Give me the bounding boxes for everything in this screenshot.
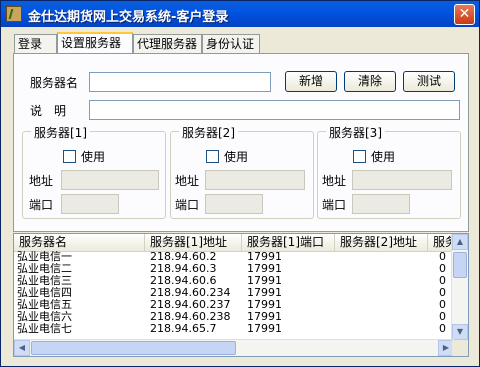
tab-server-settings[interactable]: 设置服务器 xyxy=(57,32,133,54)
cell-server1-address: 218.94.60.237 xyxy=(150,299,231,311)
cell-server1-address: 218.94.60.2 xyxy=(150,251,217,263)
server-1-port-input[interactable] xyxy=(61,194,119,214)
table-row[interactable]: 弘业电信三 218.94.60.6 17991 0 xyxy=(14,275,454,287)
vertical-scroll-thumb[interactable] xyxy=(453,252,467,278)
cell-server1-port: 17991 xyxy=(247,275,282,287)
server-list[interactable]: 服务器名 服务器[1]地址 服务器[1]端口 服务器[2]地址 服务 弘业电信一… xyxy=(13,233,469,357)
cell-server-name: 弘业电信五 xyxy=(17,299,72,311)
test-button[interactable]: 测试 xyxy=(403,71,455,92)
table-row[interactable]: 弘业电信四 218.94.60.234 17991 0 xyxy=(14,287,454,299)
server-name-input[interactable] xyxy=(89,72,271,92)
list-header: 服务器名 服务器[1]地址 服务器[1]端口 服务器[2]地址 服务 xyxy=(14,234,454,252)
vertical-scrollbar[interactable]: ▲ ▼ xyxy=(451,234,468,340)
server-2-address-label: 地址 xyxy=(175,174,200,188)
description-label: 说 明 xyxy=(30,104,67,118)
cell-server-name: 弘业电信六 xyxy=(17,311,72,323)
cell-server1-address: 218.94.60.6 xyxy=(150,275,217,287)
server-2-use-label: 使用 xyxy=(224,150,249,164)
scrollbar-corner xyxy=(452,340,468,356)
server-2-address-input[interactable] xyxy=(205,170,305,190)
server-3-address-input[interactable] xyxy=(352,170,452,190)
server-2-use-checkbox[interactable] xyxy=(206,150,219,163)
server-2-group-title: 服务器[2] xyxy=(179,124,238,141)
table-row[interactable]: 弘业电信二 218.94.60.3 17991 0 xyxy=(14,263,454,275)
horizontal-scroll-thumb[interactable] xyxy=(31,341,236,355)
table-row[interactable]: 弘业电信五 218.94.60.237 17991 0 xyxy=(14,299,454,311)
server-1-group: 服务器[1] 使用 地址 端口 xyxy=(22,124,166,219)
server-1-use-checkbox[interactable] xyxy=(63,150,76,163)
cell-server1-address: 218.94.65.7 xyxy=(150,323,217,335)
clear-button[interactable]: 清除 xyxy=(344,71,396,92)
server-3-use-checkbox[interactable] xyxy=(353,150,366,163)
cell-server-name: 弘业电信七 xyxy=(17,323,72,335)
scroll-up-icon[interactable]: ▲ xyxy=(452,234,468,250)
cell-server1-port: 17991 xyxy=(247,311,282,323)
cell-server1-address: 218.94.60.234 xyxy=(150,287,231,299)
table-row[interactable]: 弘业电信七 218.94.65.7 17991 0 xyxy=(14,323,454,340)
column-header-server1-port[interactable]: 服务器[1]端口 xyxy=(242,234,335,251)
app-logo-icon xyxy=(6,6,22,22)
table-row[interactable]: 弘业电信六 218.94.60.238 17991 0 xyxy=(14,311,454,323)
table-row[interactable]: 弘业电信一 218.94.60.2 17991 0 xyxy=(14,251,454,263)
close-button[interactable]: ✕ xyxy=(454,4,475,25)
server-1-address-input[interactable] xyxy=(61,170,159,190)
server-settings-panel: 服务器名 新增 清除 测试 说 明 服务器[1] 使用 地址 端口 服务器[2]… xyxy=(13,53,469,232)
server-2-port-label: 端口 xyxy=(175,198,200,212)
server-3-group: 服务器[3] 使用 地址 端口 xyxy=(317,124,461,219)
server-1-address-label: 地址 xyxy=(29,174,54,188)
horizontal-scrollbar[interactable]: ◀ ▶ xyxy=(14,339,454,356)
scroll-down-icon[interactable]: ▼ xyxy=(452,324,468,340)
server-3-address-label: 地址 xyxy=(322,174,347,188)
add-button[interactable]: 新增 xyxy=(285,71,337,92)
server-3-group-title: 服务器[3] xyxy=(326,124,385,141)
server-3-use-label: 使用 xyxy=(371,150,396,164)
cell-server-name: 弘业电信四 xyxy=(17,287,72,299)
tab-login[interactable]: 登录 xyxy=(14,34,57,54)
server-2-port-input[interactable] xyxy=(205,194,263,214)
title-bar[interactable]: 金仕达期货网上交易系统-客户登录 ✕ xyxy=(1,1,479,27)
cell-server-name: 弘业电信一 xyxy=(17,251,72,263)
cell-server-name: 弘业电信三 xyxy=(17,275,72,287)
window-title: 金仕达期货网上交易系统-客户登录 xyxy=(28,10,229,25)
cell-server1-port: 17991 xyxy=(247,251,282,263)
description-input[interactable] xyxy=(89,100,460,120)
cell-server-name: 弘业电信二 xyxy=(17,263,72,275)
server-2-group: 服务器[2] 使用 地址 端口 xyxy=(170,124,314,219)
scroll-left-icon[interactable]: ◀ xyxy=(14,340,30,356)
server-3-port-label: 端口 xyxy=(322,198,347,212)
column-header-server2-address[interactable]: 服务器[2]地址 xyxy=(335,234,428,251)
cell-server1-port: 17991 xyxy=(247,323,282,335)
server-1-use-label: 使用 xyxy=(81,150,106,164)
cell-server1-address: 218.94.60.3 xyxy=(150,263,217,275)
server-1-port-label: 端口 xyxy=(29,198,54,212)
cell-server1-port: 17991 xyxy=(247,299,282,311)
cell-server1-address: 218.94.60.238 xyxy=(150,311,231,323)
tab-identity-auth[interactable]: 身份认证 xyxy=(202,34,260,54)
cell-server1-port: 17991 xyxy=(247,263,282,275)
column-header-server-name[interactable]: 服务器名 xyxy=(14,234,145,251)
login-window: 金仕达期货网上交易系统-客户登录 ✕ 登录 设置服务器 代理服务器 身份认证 服… xyxy=(0,0,480,367)
server-name-label: 服务器名 xyxy=(30,76,79,90)
column-header-server1-address[interactable]: 服务器[1]地址 xyxy=(145,234,242,251)
server-3-port-input[interactable] xyxy=(352,194,410,214)
tab-proxy-server[interactable]: 代理服务器 xyxy=(133,34,202,54)
server-1-group-title: 服务器[1] xyxy=(31,124,90,141)
cell-server1-port: 17991 xyxy=(247,287,282,299)
